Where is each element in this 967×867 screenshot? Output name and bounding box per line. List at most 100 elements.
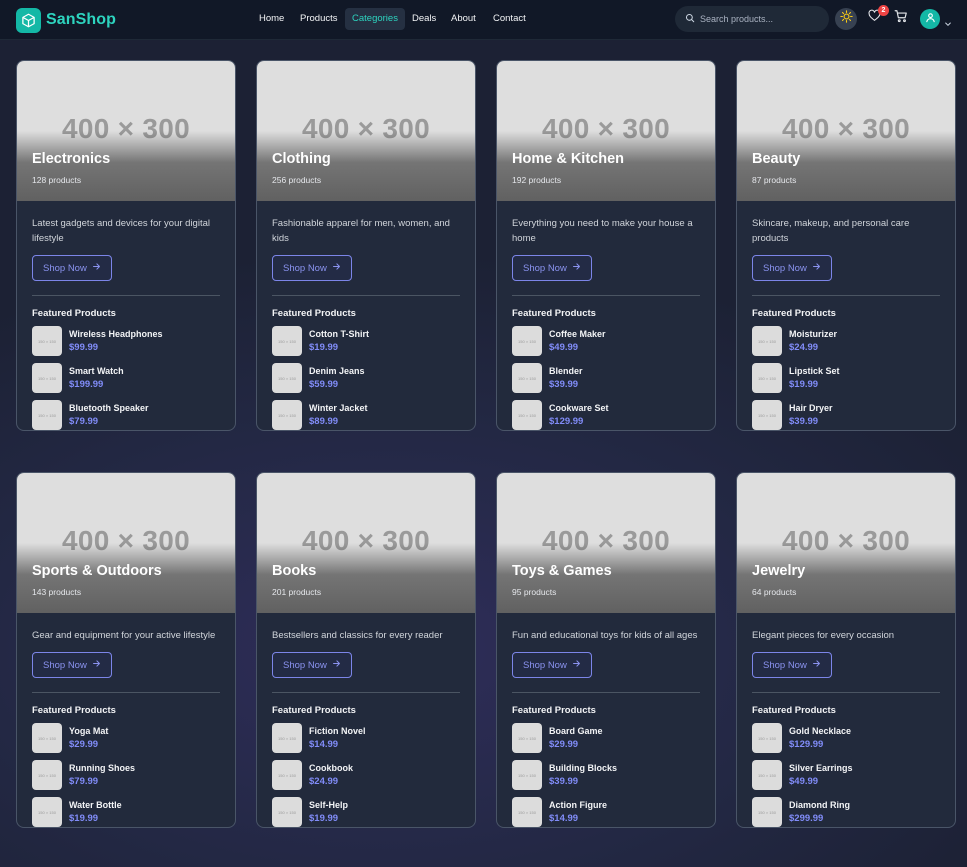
featured-product-item[interactable]: 150 × 150 Lipstick Set $19.99 bbox=[752, 363, 940, 393]
product-thumbnail[interactable]: 150 × 150 bbox=[512, 723, 542, 753]
product-thumbnail[interactable]: 150 × 150 bbox=[512, 400, 542, 430]
product-name[interactable]: Silver Earrings bbox=[789, 762, 853, 774]
nav-products[interactable]: Products bbox=[293, 8, 345, 30]
product-name[interactable]: Hair Dryer bbox=[789, 402, 833, 414]
product-thumbnail[interactable]: 150 × 150 bbox=[512, 326, 542, 356]
category-image[interactable]: 400 × 300 Books 201 products bbox=[257, 473, 475, 613]
featured-product-item[interactable]: 150 × 150 Wireless Headphones $99.99 bbox=[32, 326, 220, 356]
featured-product-item[interactable]: 150 × 150 Silver Earrings $49.99 bbox=[752, 760, 940, 790]
featured-product-item[interactable]: 150 × 150 Cotton T-Shirt $19.99 bbox=[272, 326, 460, 356]
featured-product-item[interactable]: 150 × 150 Water Bottle $19.99 bbox=[32, 797, 220, 827]
product-name[interactable]: Moisturizer bbox=[789, 328, 837, 340]
product-name[interactable]: Lipstick Set bbox=[789, 365, 840, 377]
category-image[interactable]: 400 × 300 Home & Kitchen 192 products bbox=[497, 61, 715, 201]
shop-now-button[interactable]: Shop Now bbox=[272, 652, 352, 678]
product-thumbnail[interactable]: 150 × 150 bbox=[32, 363, 62, 393]
product-thumbnail[interactable]: 150 × 150 bbox=[32, 723, 62, 753]
featured-product-item[interactable]: 150 × 150 Hair Dryer $39.99 bbox=[752, 400, 940, 430]
product-thumbnail[interactable]: 150 × 150 bbox=[32, 797, 62, 827]
featured-product-item[interactable]: 150 × 150 Gold Necklace $129.99 bbox=[752, 723, 940, 753]
product-thumbnail[interactable]: 150 × 150 bbox=[272, 400, 302, 430]
product-name[interactable]: Action Figure bbox=[549, 799, 607, 811]
product-thumbnail[interactable]: 150 × 150 bbox=[752, 400, 782, 430]
nav-deals[interactable]: Deals bbox=[405, 8, 443, 30]
nav-categories[interactable]: Categories bbox=[345, 8, 405, 30]
category-card-sports-outdoors[interactable]: 400 × 300 Sports & Outdoors 143 products… bbox=[16, 472, 236, 828]
product-name[interactable]: Self-Help bbox=[309, 799, 348, 811]
shop-now-button[interactable]: Shop Now bbox=[752, 652, 832, 678]
product-thumbnail[interactable]: 150 × 150 bbox=[752, 797, 782, 827]
product-thumbnail[interactable]: 150 × 150 bbox=[32, 400, 62, 430]
nav-home[interactable]: Home bbox=[252, 8, 291, 30]
featured-product-item[interactable]: 150 × 150 Board Game $29.99 bbox=[512, 723, 700, 753]
category-card-home-kitchen[interactable]: 400 × 300 Home & Kitchen 192 products Ev… bbox=[496, 60, 716, 431]
category-card-books[interactable]: 400 × 300 Books 201 products Bestsellers… bbox=[256, 472, 476, 828]
product-thumbnail[interactable]: 150 × 150 bbox=[752, 760, 782, 790]
product-name[interactable]: Water Bottle bbox=[69, 799, 122, 811]
product-name[interactable]: Cotton T-Shirt bbox=[309, 328, 369, 340]
product-name[interactable]: Fiction Novel bbox=[309, 725, 366, 737]
featured-product-item[interactable]: 150 × 150 Winter Jacket $89.99 bbox=[272, 400, 460, 430]
product-name[interactable]: Winter Jacket bbox=[309, 402, 367, 414]
search-input[interactable] bbox=[700, 14, 820, 24]
shop-now-button[interactable]: Shop Now bbox=[752, 255, 832, 281]
product-name[interactable]: Bluetooth Speaker bbox=[69, 402, 149, 414]
product-thumbnail[interactable]: 150 × 150 bbox=[752, 363, 782, 393]
featured-product-item[interactable]: 150 × 150 Blender $39.99 bbox=[512, 363, 700, 393]
category-image[interactable]: 400 × 300 Electronics 128 products bbox=[17, 61, 235, 201]
product-name[interactable]: Gold Necklace bbox=[789, 725, 851, 737]
product-thumbnail[interactable]: 150 × 150 bbox=[272, 326, 302, 356]
product-name[interactable]: Running Shoes bbox=[69, 762, 135, 774]
category-image[interactable]: 400 × 300 Sports & Outdoors 143 products bbox=[17, 473, 235, 613]
featured-product-item[interactable]: 150 × 150 Building Blocks $39.99 bbox=[512, 760, 700, 790]
shop-now-button[interactable]: Shop Now bbox=[512, 652, 592, 678]
product-name[interactable]: Denim Jeans bbox=[309, 365, 365, 377]
featured-product-item[interactable]: 150 × 150 Running Shoes $79.99 bbox=[32, 760, 220, 790]
nav-about[interactable]: About bbox=[444, 8, 483, 30]
category-image[interactable]: 400 × 300 Jewelry 64 products bbox=[737, 473, 955, 613]
product-name[interactable]: Board Game bbox=[549, 725, 603, 737]
chevron-down-icon[interactable] bbox=[944, 15, 952, 33]
category-image[interactable]: 400 × 300 Clothing 256 products bbox=[257, 61, 475, 201]
product-thumbnail[interactable]: 150 × 150 bbox=[512, 797, 542, 827]
product-name[interactable]: Smart Watch bbox=[69, 365, 124, 377]
product-thumbnail[interactable]: 150 × 150 bbox=[272, 723, 302, 753]
theme-toggle-button[interactable] bbox=[835, 8, 857, 30]
featured-product-item[interactable]: 150 × 150 Yoga Mat $29.99 bbox=[32, 723, 220, 753]
nav-contact[interactable]: Contact bbox=[486, 8, 533, 30]
featured-product-item[interactable]: 150 × 150 Cookbook $24.99 bbox=[272, 760, 460, 790]
featured-product-item[interactable]: 150 × 150 Self-Help $19.99 bbox=[272, 797, 460, 827]
category-card-beauty[interactable]: 400 × 300 Beauty 87 products Skincare, m… bbox=[736, 60, 956, 431]
featured-product-item[interactable]: 150 × 150 Fiction Novel $14.99 bbox=[272, 723, 460, 753]
product-thumbnail[interactable]: 150 × 150 bbox=[272, 797, 302, 827]
featured-product-item[interactable]: 150 × 150 Coffee Maker $49.99 bbox=[512, 326, 700, 356]
cart-button[interactable] bbox=[894, 9, 908, 25]
shop-now-button[interactable]: Shop Now bbox=[32, 652, 112, 678]
product-name[interactable]: Building Blocks bbox=[549, 762, 617, 774]
category-card-clothing[interactable]: 400 × 300 Clothing 256 products Fashiona… bbox=[256, 60, 476, 431]
featured-product-item[interactable]: 150 × 150 Moisturizer $24.99 bbox=[752, 326, 940, 356]
user-avatar-button[interactable] bbox=[920, 9, 940, 29]
category-image[interactable]: 400 × 300 Toys & Games 95 products bbox=[497, 473, 715, 613]
product-name[interactable]: Coffee Maker bbox=[549, 328, 606, 340]
category-card-electronics[interactable]: 400 × 300 Electronics 128 products Lates… bbox=[16, 60, 236, 431]
shop-now-button[interactable]: Shop Now bbox=[272, 255, 352, 281]
featured-product-item[interactable]: 150 × 150 Action Figure $14.99 bbox=[512, 797, 700, 827]
featured-product-item[interactable]: 150 × 150 Diamond Ring $299.99 bbox=[752, 797, 940, 827]
product-thumbnail[interactable]: 150 × 150 bbox=[272, 760, 302, 790]
product-name[interactable]: Cookware Set bbox=[549, 402, 609, 414]
featured-product-item[interactable]: 150 × 150 Denim Jeans $59.99 bbox=[272, 363, 460, 393]
featured-product-item[interactable]: 150 × 150 Smart Watch $199.99 bbox=[32, 363, 220, 393]
product-thumbnail[interactable]: 150 × 150 bbox=[512, 760, 542, 790]
product-thumbnail[interactable]: 150 × 150 bbox=[272, 363, 302, 393]
shop-now-button[interactable]: Shop Now bbox=[512, 255, 592, 281]
shop-now-button[interactable]: Shop Now bbox=[32, 255, 112, 281]
product-name[interactable]: Yoga Mat bbox=[69, 725, 108, 737]
product-name[interactable]: Wireless Headphones bbox=[69, 328, 162, 340]
product-name[interactable]: Cookbook bbox=[309, 762, 353, 774]
product-thumbnail[interactable]: 150 × 150 bbox=[512, 363, 542, 393]
product-name[interactable]: Diamond Ring bbox=[789, 799, 850, 811]
product-thumbnail[interactable]: 150 × 150 bbox=[32, 760, 62, 790]
category-card-toys-games[interactable]: 400 × 300 Toys & Games 95 products Fun a… bbox=[496, 472, 716, 828]
product-thumbnail[interactable]: 150 × 150 bbox=[752, 723, 782, 753]
